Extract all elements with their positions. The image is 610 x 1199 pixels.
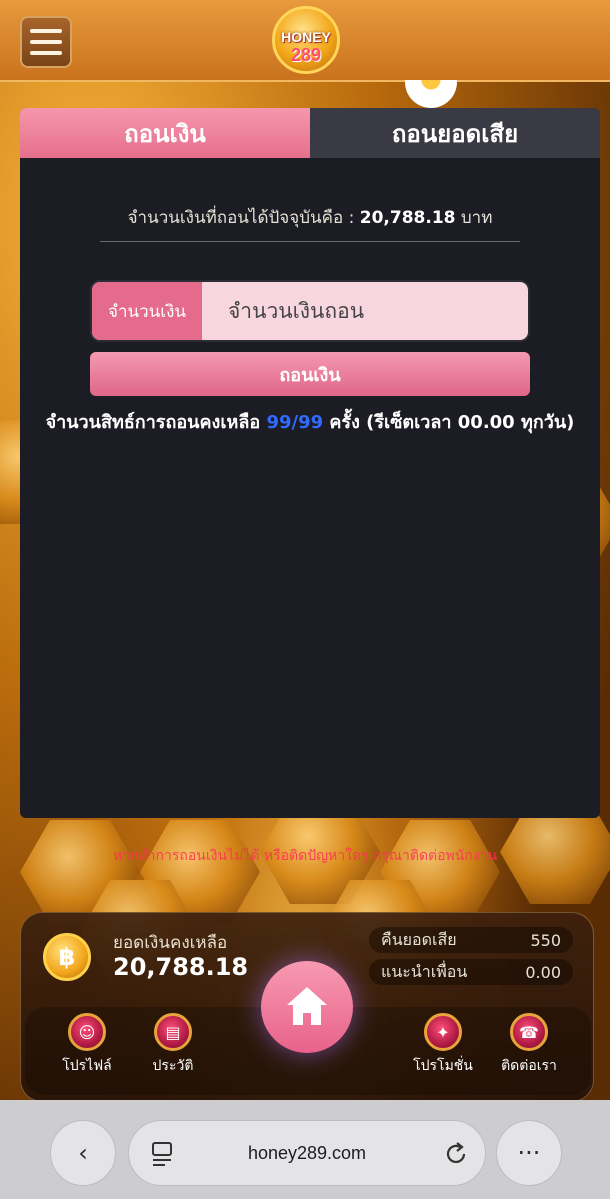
reload-icon[interactable]	[443, 1141, 469, 1167]
back-chevron-icon[interactable]: ‹	[50, 1120, 116, 1186]
withdraw-panel: ถอนเงิน ถอนยอดเสีย จำนวนเงินที่ถอนได้ปัจ…	[20, 108, 600, 818]
amount-field-row: จำนวนเงิน	[90, 280, 530, 342]
more-options-icon[interactable]: ···	[496, 1120, 562, 1186]
url-text: honey289.com	[247, 1143, 367, 1163]
referral-chip[interactable]: แนะนำเพื่อน 0.00	[369, 959, 573, 985]
nav-contact[interactable]: ☎ ติดต่อเรา	[493, 1013, 565, 1077]
promotion-icon: ✦	[424, 1013, 462, 1051]
tab-bar: ถอนเงิน ถอนยอดเสีย	[20, 108, 600, 158]
withdraw-quota-text: จำนวนสิทธ์การถอนคงเหลือ 99/99 ครั้ง (รีเ…	[20, 406, 600, 440]
address-bar[interactable]: honey289.com	[128, 1120, 486, 1186]
home-button[interactable]	[261, 961, 353, 1053]
loss-return-value: 550	[530, 930, 561, 950]
home-icon	[287, 987, 327, 1025]
nav-profile[interactable]: ☺ โปรไฟล์	[51, 1013, 123, 1077]
top-header: HONEY 289	[0, 0, 610, 82]
quota-suffix: ครั้ง (รีเซ็ตเวลา 00.00 ทุกวัน)	[323, 412, 575, 433]
history-icon: ▤	[154, 1013, 192, 1051]
nav-promotion[interactable]: ✦ โปรโมชั่น	[407, 1013, 479, 1077]
tab-withdraw[interactable]: ถอนเงิน	[20, 108, 310, 158]
bitcoin-coin-icon: ฿	[43, 933, 91, 981]
withdraw-button[interactable]: ถอนเงิน	[90, 352, 530, 396]
bottom-dashboard: ฿ ยอดเงินคงเหลือ 20,788.18 คืนยอดเสีย 55…	[20, 912, 594, 1102]
withdraw-amount-input[interactable]	[202, 282, 528, 340]
nav-history[interactable]: ▤ ประวัติ	[137, 1013, 209, 1077]
referral-label: แนะนำเพื่อน	[381, 961, 468, 981]
quota-prefix: จำนวนสิทธ์การถอนคงเหลือ	[45, 412, 267, 433]
tab-withdraw-loss[interactable]: ถอนยอดเสีย	[310, 108, 600, 158]
loss-return-label: คืนยอดเสีย	[381, 929, 457, 949]
available-amount-line: จำนวนเงินที่ถอนได้ปัจจุบันคือ : 20,788.1…	[20, 204, 600, 231]
balance-value: 20,788.18	[113, 953, 249, 981]
warning-text: หากทำการถอนเงินไม่ได้ หรือติดปัญหาใดๆ กร…	[112, 848, 498, 864]
contact-icon: ☎	[510, 1013, 548, 1051]
available-amount: 20,788.18	[359, 208, 456, 228]
profile-icon: ☺	[68, 1013, 106, 1051]
referral-value: 0.00	[525, 962, 561, 982]
hamburger-menu-icon[interactable]	[20, 16, 72, 68]
available-unit: บาท	[455, 208, 493, 228]
honey289-logo[interactable]: HONEY 289	[272, 6, 340, 74]
quota-count: 99/99	[266, 412, 324, 433]
available-prefix: จำนวนเงินที่ถอนได้ปัจจุบันคือ :	[127, 208, 360, 228]
balance-label: ยอดเงินคงเหลือ	[113, 933, 228, 953]
loss-return-chip[interactable]: คืนยอดเสีย 550	[369, 927, 573, 953]
browser-bar: ‹ honey289.com ···	[0, 1100, 610, 1199]
amount-field-label: จำนวนเงิน	[92, 282, 202, 340]
divider	[100, 241, 520, 242]
